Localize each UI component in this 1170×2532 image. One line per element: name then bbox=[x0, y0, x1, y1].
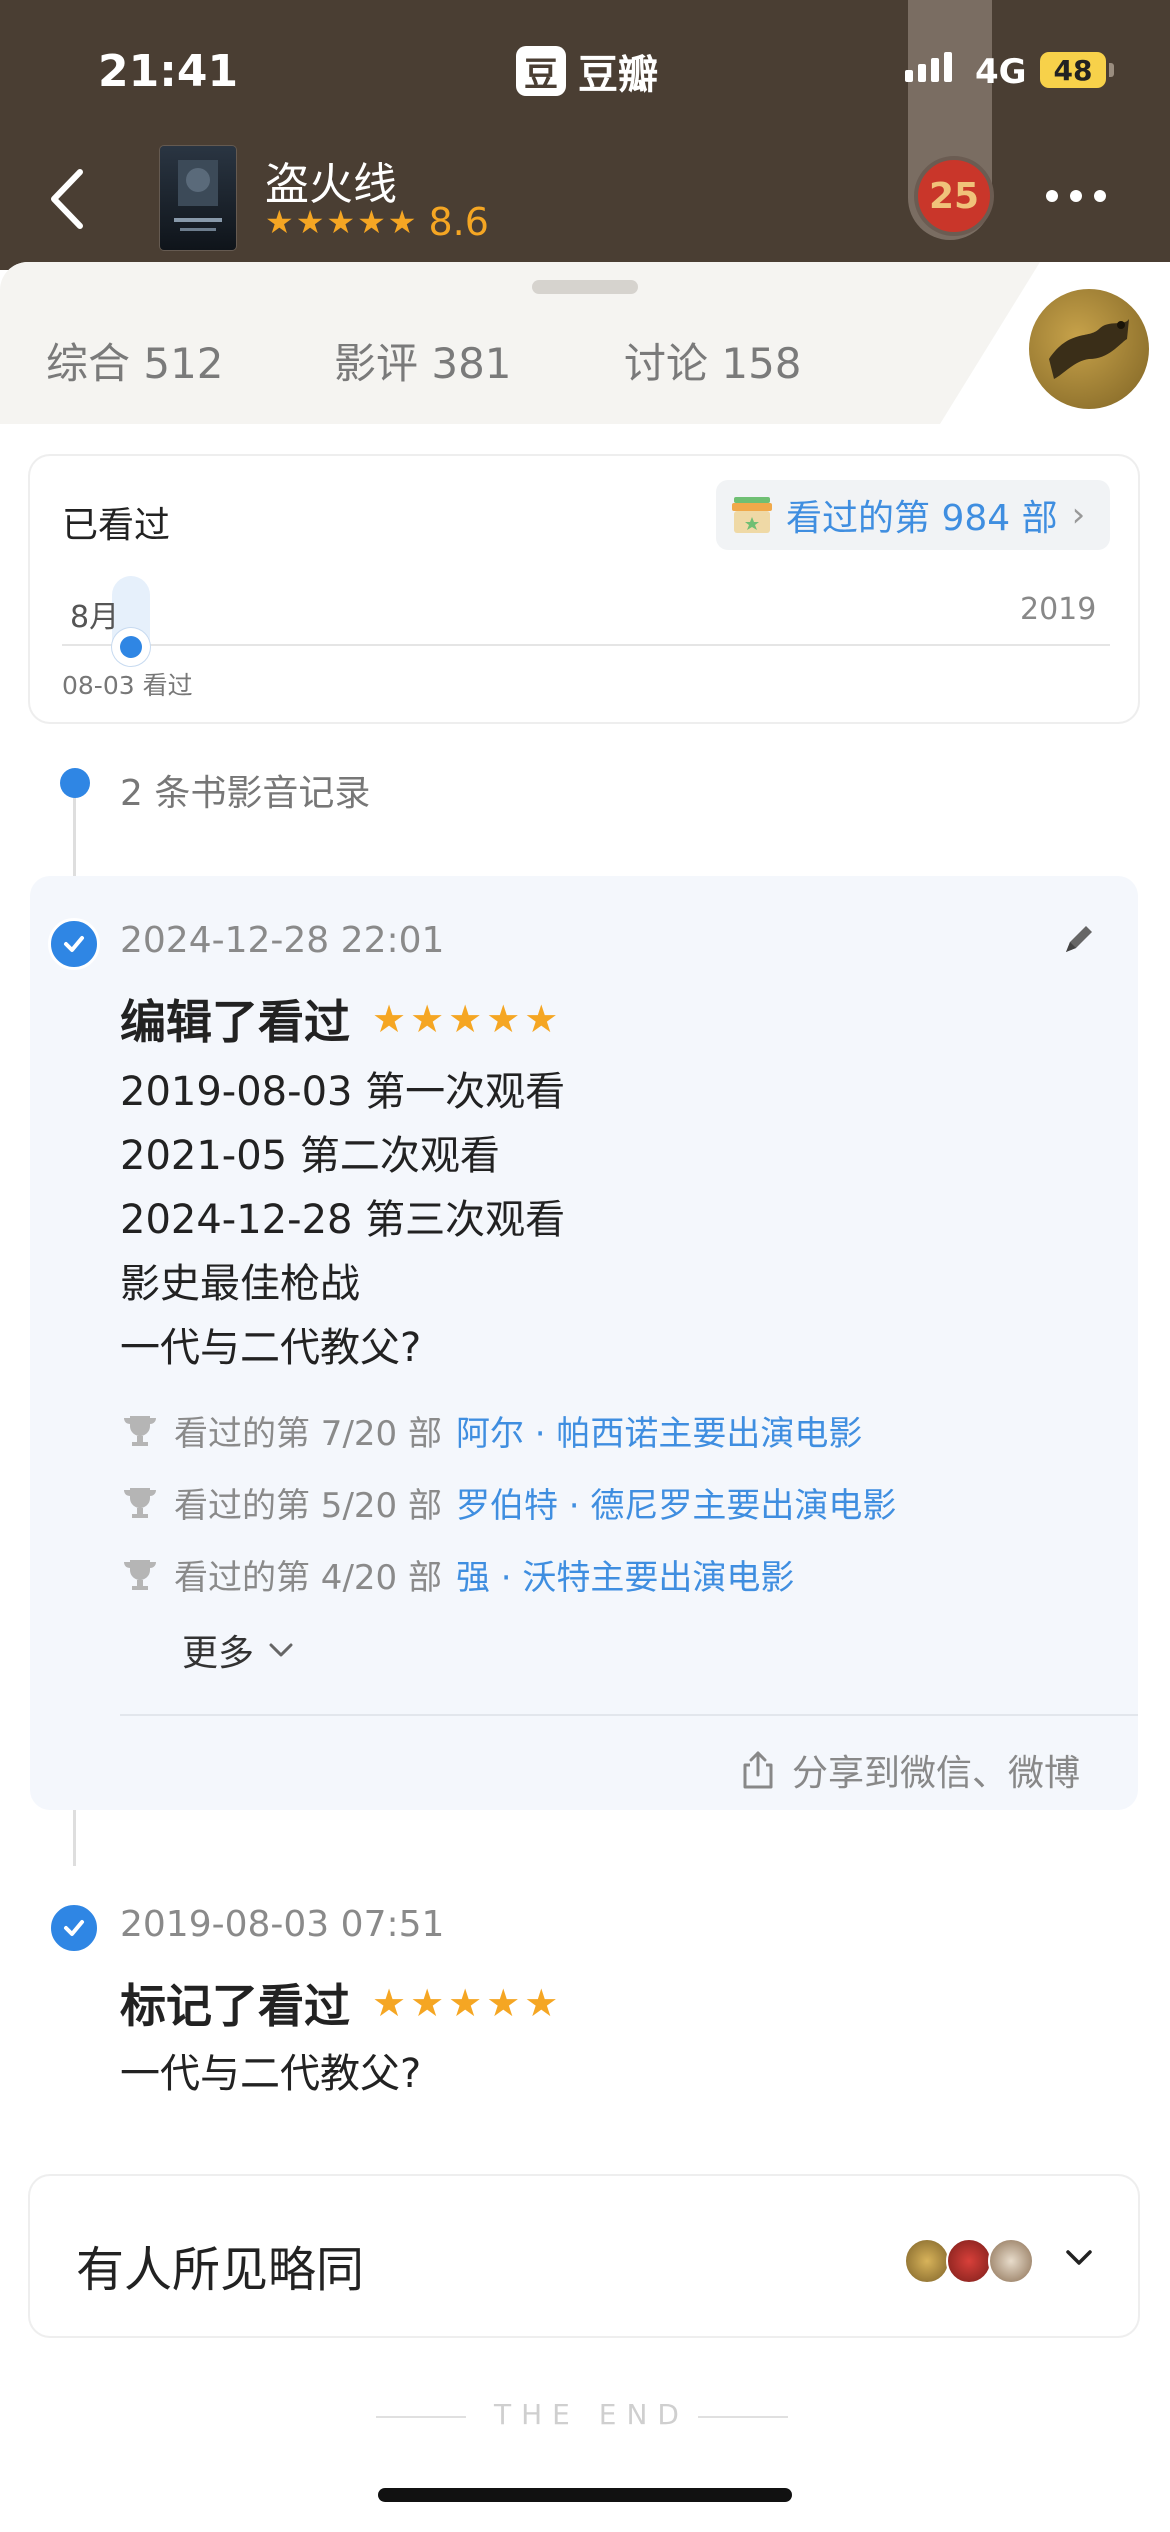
record-note-line: 2024-12-28 第三次观看 bbox=[120, 1197, 566, 1243]
app-name: 豆瓣 bbox=[578, 52, 658, 98]
more-honors-button[interactable]: 更多 bbox=[182, 1624, 294, 1676]
back-button[interactable] bbox=[44, 164, 94, 234]
status-app-label: 豆 豆瓣 bbox=[516, 42, 658, 100]
record-divider bbox=[120, 1714, 1138, 1716]
share-button[interactable]: 分享到微信、微博 bbox=[740, 1744, 1080, 1796]
network-label: 4G bbox=[975, 52, 1027, 92]
chevron-down-icon bbox=[1066, 2250, 1092, 2265]
poster-image-icon bbox=[174, 160, 222, 231]
honor-link[interactable]: 罗伯特 · 德尼罗主要出演电影 bbox=[456, 1478, 896, 1527]
timeline-year: 2019 bbox=[1020, 592, 1097, 627]
honor-link[interactable]: 强 · 沃特主要出演电影 bbox=[456, 1550, 794, 1599]
watched-count-chip[interactable]: 看过的第 984 部 › bbox=[716, 480, 1110, 550]
watched-count-label: 看过的第 984 部 bbox=[786, 498, 1058, 539]
avatar bbox=[988, 2238, 1034, 2284]
status-time: 21:41 bbox=[98, 46, 239, 97]
honor-link[interactable]: 阿尔 · 帕西诺主要出演电影 bbox=[456, 1406, 862, 1455]
record-action: 编辑了看过 bbox=[120, 995, 350, 1049]
sheet-grabber[interactable] bbox=[532, 280, 638, 294]
record-timestamp: 2024-12-28 22:01 bbox=[120, 920, 445, 961]
battery-icon: 48 bbox=[1040, 52, 1106, 88]
end-divider-left bbox=[376, 2416, 466, 2418]
more-label: 更多 bbox=[182, 1633, 255, 1674]
timeline-axis bbox=[62, 644, 1110, 646]
end-label: THE END bbox=[494, 2398, 689, 2431]
honor-item[interactable]: 看过的第 7/20 部 阿尔 · 帕西诺主要出演电影 bbox=[120, 1406, 862, 1455]
share-label: 分享到微信、微博 bbox=[792, 1753, 1081, 1794]
bird-painting-icon bbox=[1049, 319, 1129, 379]
rating-stars: ★★★★★ bbox=[265, 203, 419, 241]
alike-title: 有人所见略同 bbox=[76, 2242, 365, 2298]
chevron-down-icon bbox=[269, 1643, 293, 1657]
edit-button[interactable] bbox=[1058, 918, 1100, 964]
record-note-line: 2019-08-03 第一次观看 bbox=[120, 1069, 566, 1115]
pencil-icon bbox=[1066, 926, 1092, 952]
record-heading: 标记了看过 ★★★★★ bbox=[120, 1970, 562, 2036]
record-stars: ★★★★★ bbox=[372, 997, 563, 1041]
record-timestamp: 2019-08-03 07:51 bbox=[120, 1904, 445, 1945]
trophy-icon bbox=[124, 1415, 156, 1446]
archive-box-icon bbox=[732, 497, 772, 533]
signal-icon bbox=[905, 52, 952, 82]
record-stars: ★★★★★ bbox=[372, 1981, 563, 2025]
check-icon bbox=[48, 918, 100, 970]
record-heading: 编辑了看过 ★★★★★ bbox=[120, 986, 562, 1052]
watched-title: 已看过 bbox=[62, 505, 171, 546]
honor-prefix: 看过的第 4/20 部 bbox=[174, 1558, 442, 1598]
record-note-line: 一代与二代教父? bbox=[120, 2051, 422, 2097]
end-divider-right bbox=[698, 2416, 788, 2418]
check-icon bbox=[48, 1902, 100, 1954]
honor-item[interactable]: 看过的第 5/20 部 罗伯特 · 德尼罗主要出演电影 bbox=[120, 1478, 896, 1527]
record-note-line: 影史最佳枪战 bbox=[120, 1261, 360, 1307]
movie-poster[interactable] bbox=[160, 146, 236, 250]
record-count: 2 条书影音记录 bbox=[120, 773, 371, 814]
records-dot bbox=[60, 768, 90, 798]
record-note-line: 2021-05 第二次观看 bbox=[120, 1133, 500, 1179]
notification-badge[interactable]: 25 bbox=[914, 156, 994, 236]
more-options-button[interactable] bbox=[1046, 190, 1106, 202]
chevron-left-icon bbox=[51, 169, 83, 229]
honor-prefix: 看过的第 5/20 部 bbox=[174, 1486, 442, 1526]
timeline-marker[interactable] bbox=[112, 628, 150, 666]
expand-button[interactable] bbox=[1062, 2240, 1096, 2274]
honor-prefix: 看过的第 7/20 部 bbox=[174, 1414, 442, 1454]
home-indicator[interactable] bbox=[378, 2488, 792, 2502]
tab-overview[interactable]: 综合 512 bbox=[46, 330, 224, 391]
timeline-month: 8月 bbox=[70, 600, 120, 635]
avatar bbox=[946, 2238, 992, 2284]
timeline-caption: 08-03 看过 bbox=[62, 671, 193, 700]
honor-item[interactable]: 看过的第 4/20 部 强 · 沃特主要出演电影 bbox=[120, 1550, 794, 1599]
record-note-line: 一代与二代教父? bbox=[120, 1325, 422, 1371]
record-action: 标记了看过 bbox=[120, 1979, 350, 2033]
rating-score: 8.6 bbox=[428, 200, 489, 244]
douban-logo-icon: 豆 bbox=[516, 46, 566, 96]
user-avatar[interactable] bbox=[1026, 286, 1152, 412]
avatar bbox=[904, 2238, 950, 2284]
movie-rating: ★★★★★ 8.6 bbox=[265, 200, 489, 244]
trophy-icon bbox=[124, 1559, 156, 1590]
chevron-right-icon: › bbox=[1071, 495, 1086, 535]
share-icon bbox=[743, 1751, 773, 1789]
tab-discussions[interactable]: 讨论 158 bbox=[624, 330, 802, 391]
tab-reviews[interactable]: 影评 381 bbox=[334, 330, 512, 391]
trophy-icon bbox=[124, 1487, 156, 1518]
battery-tip bbox=[1109, 63, 1114, 77]
